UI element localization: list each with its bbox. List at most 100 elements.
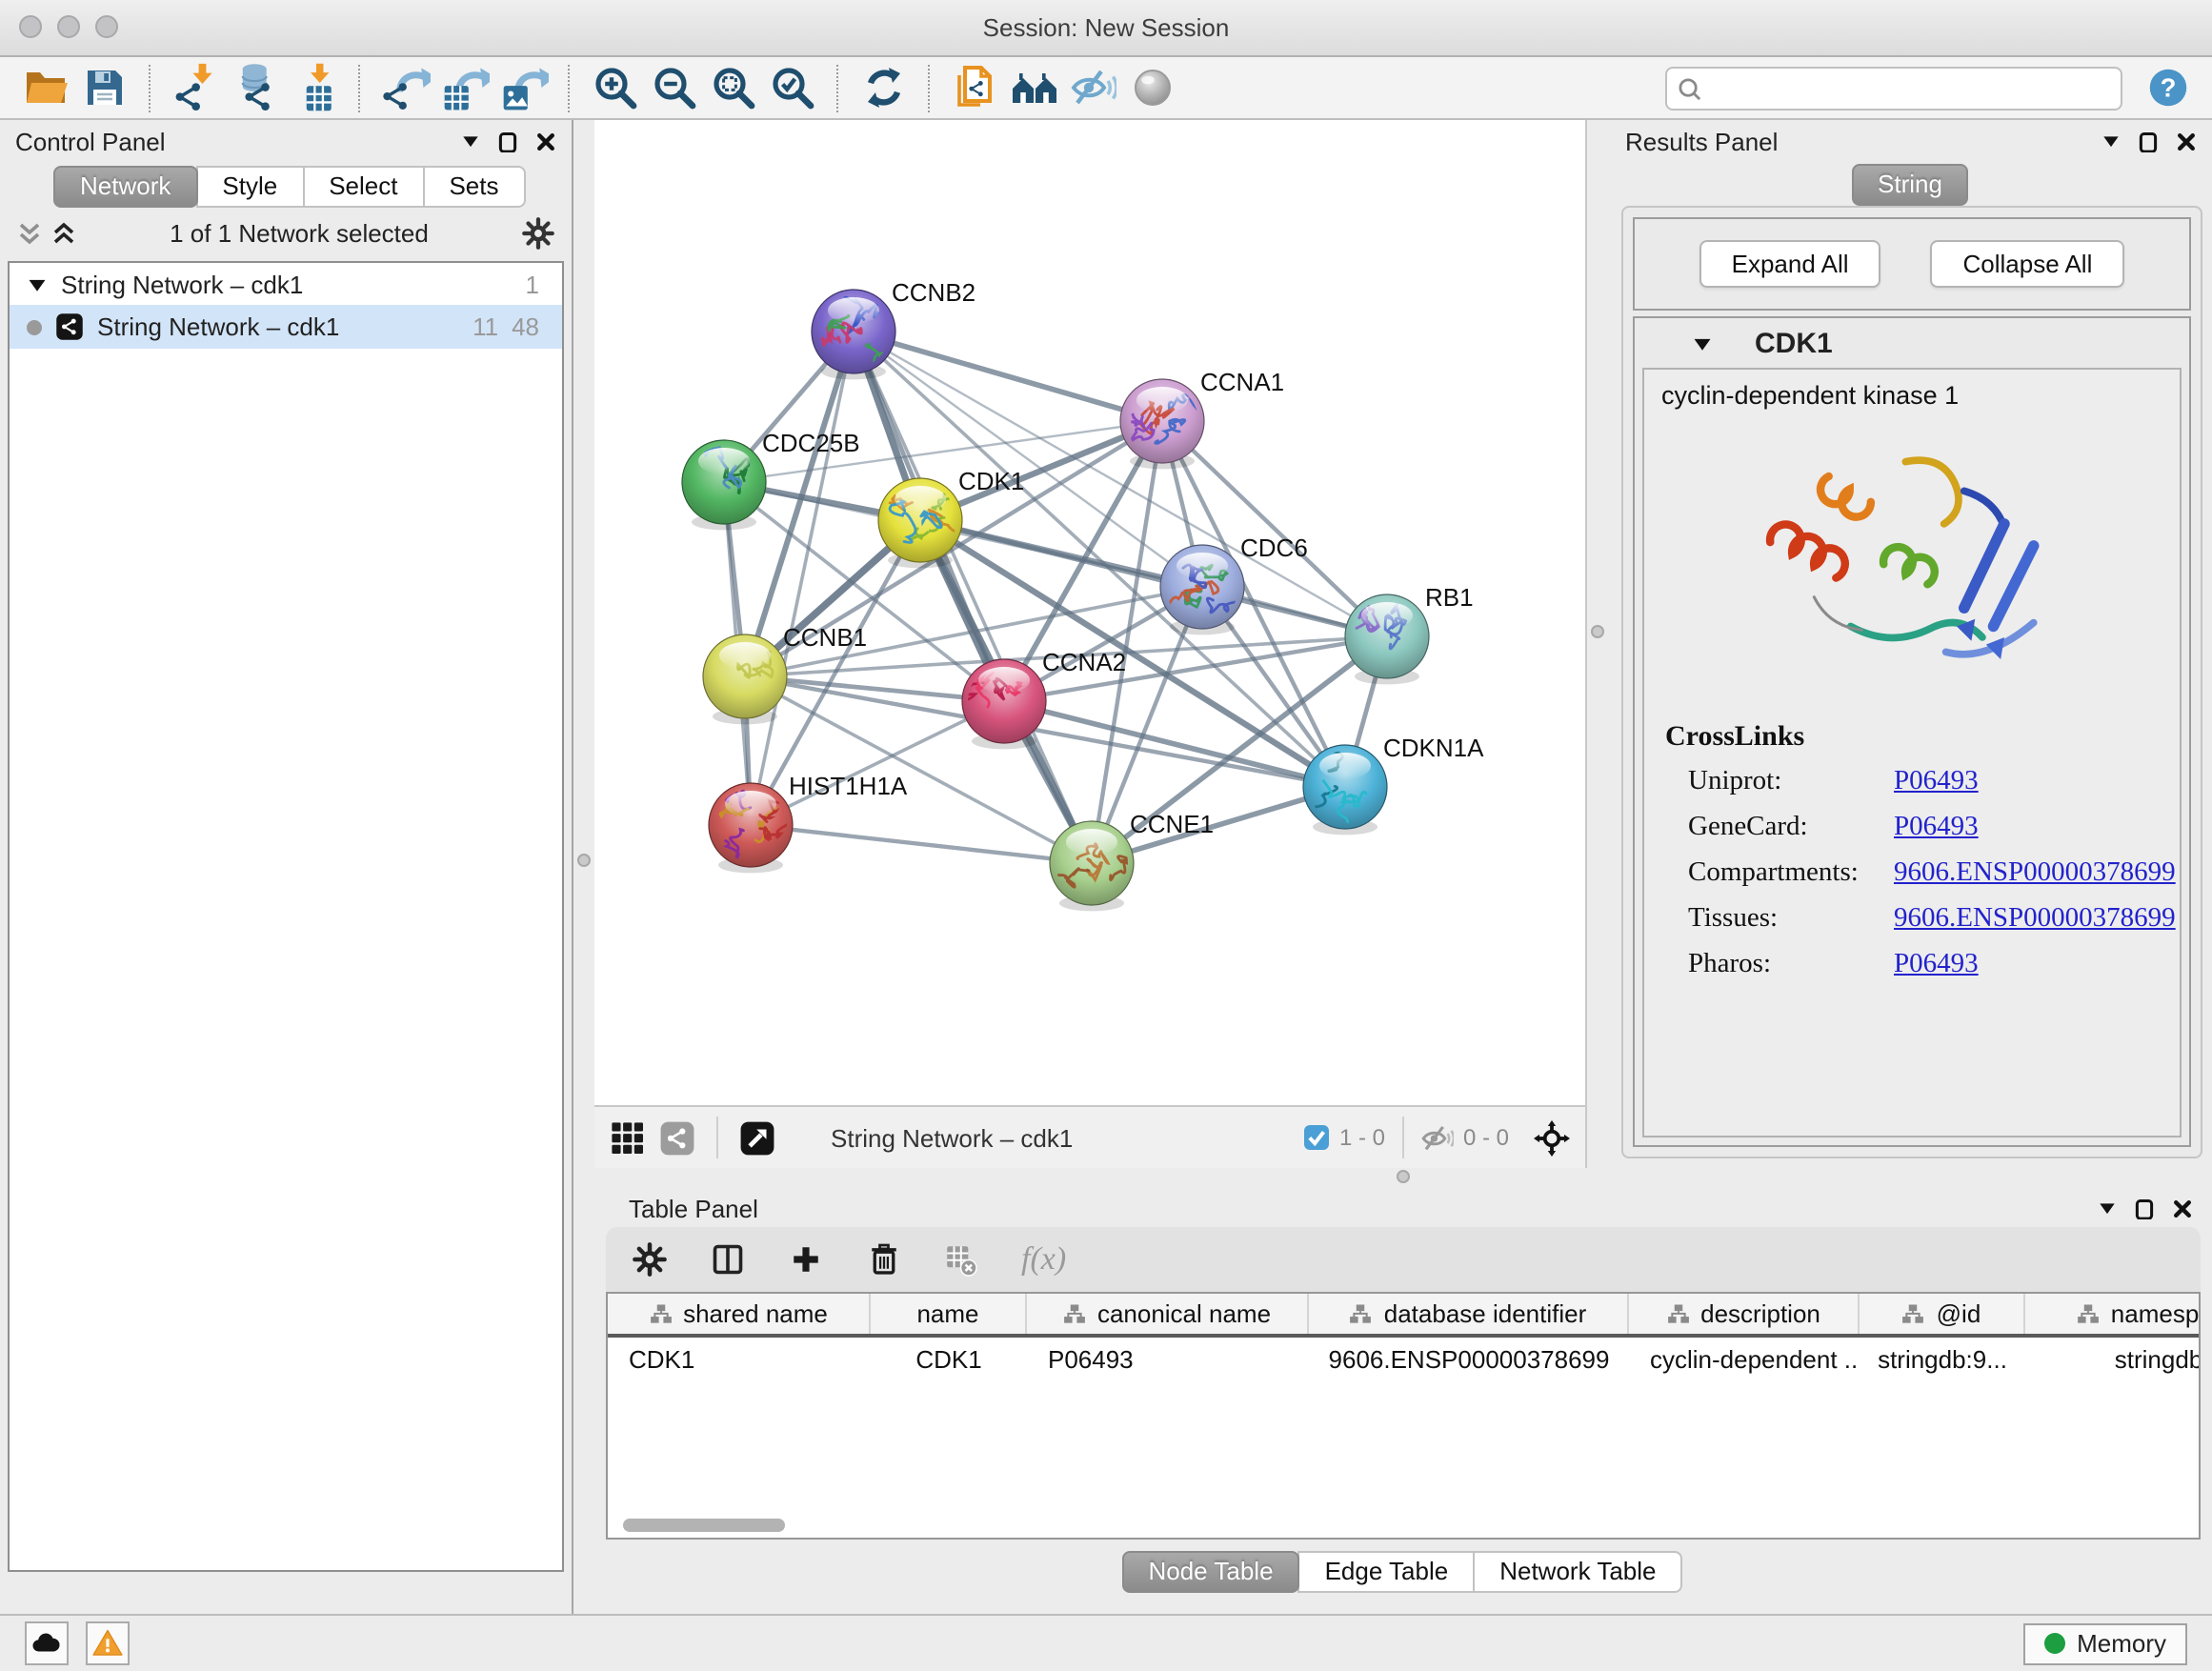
expand-all-networks-icon[interactable] — [51, 221, 76, 246]
tab-network-table[interactable]: Network Table — [1473, 1551, 1682, 1593]
crosslink-link[interactable]: P06493 — [1894, 766, 1979, 798]
import-network-database-icon[interactable] — [229, 62, 280, 113]
table-tabs: Node TableEdge TableNetwork Table — [606, 1551, 2201, 1593]
collapse-triangle-icon[interactable] — [1692, 332, 1713, 353]
panel-float-icon[interactable] — [497, 131, 518, 151]
network-row[interactable]: String Network – cdk1 11 48 — [10, 305, 562, 349]
control-panel-splitter[interactable] — [573, 120, 594, 1614]
warning-status-icon[interactable] — [86, 1621, 130, 1665]
crosslink-link[interactable]: 9606.ENSP00000378699 — [1894, 857, 2176, 890]
memory-button[interactable]: Memory — [2023, 1622, 2187, 1664]
export-image-icon[interactable] — [497, 62, 549, 113]
grid-view-icon[interactable] — [610, 1119, 646, 1156]
zoom-in-icon[interactable] — [589, 62, 640, 113]
home-icon[interactable] — [1008, 62, 1059, 113]
zoom-out-icon[interactable] — [648, 62, 699, 113]
horizontal-scrollbar[interactable] — [623, 1519, 785, 1532]
crosslink-link[interactable]: 9606.ENSP00000378699 — [1894, 903, 2176, 936]
window-controls — [19, 15, 118, 38]
column-header-label: database identifier — [1384, 1299, 1587, 1328]
column-header-shared-name[interactable]: shared name — [608, 1294, 871, 1334]
results-panel-splitter[interactable] — [1587, 120, 1610, 1168]
network-node-CDC25B[interactable] — [682, 440, 766, 530]
panel-menu-icon[interactable] — [461, 131, 480, 151]
network-view: CCNB2CCNA1CDC25BCDK1CDC6RB1CCNB1CCNA2CDK… — [594, 120, 1587, 1168]
panel-menu-icon[interactable] — [2098, 1198, 2117, 1218]
column-header-description[interactable]: description — [1629, 1294, 1860, 1334]
crosshair-icon[interactable] — [1534, 1119, 1570, 1156]
selected-nodes-checkbox-icon[interactable] — [1303, 1124, 1330, 1151]
network-node-HIST1H1A[interactable] — [709, 783, 793, 873]
tab-select[interactable]: Select — [302, 166, 424, 208]
string-results-body: Expand All Collapse All CDK1 cyclin-depe… — [1621, 206, 2202, 1158]
network-canvas[interactable]: CCNB2CCNA1CDC25BCDK1CDC6RB1CCNB1CCNA2CDK… — [594, 120, 1585, 1105]
collapse-all-networks-icon[interactable] — [17, 221, 42, 246]
zoom-selected-icon[interactable] — [766, 62, 817, 113]
table-row[interactable]: CDK1CDK1P064939606.ENSP00000378699cyclin… — [608, 1338, 2199, 1379]
table-options-gear-icon[interactable] — [633, 1242, 667, 1277]
network-collection-row[interactable]: String Network – cdk1 1 — [10, 263, 562, 305]
gene-section-header[interactable]: CDK1 — [1635, 318, 2189, 368]
collapse-triangle-icon[interactable] — [27, 273, 48, 294]
network-node-CDK1[interactable] — [878, 478, 962, 568]
network-node-CCNA1[interactable] — [1120, 379, 1204, 469]
network-node-CCNE1[interactable] — [1050, 821, 1134, 911]
open-session-icon[interactable] — [19, 62, 70, 113]
export-network-icon[interactable] — [379, 62, 431, 113]
panel-float-icon[interactable] — [2138, 131, 2159, 151]
import-network-icon[interactable] — [170, 62, 221, 113]
refresh-view-icon[interactable] — [857, 62, 909, 113]
tab-sets[interactable]: Sets — [422, 166, 525, 208]
show-columns-icon[interactable] — [711, 1242, 745, 1277]
birds-eye-view-icon[interactable] — [739, 1119, 775, 1156]
network-options-gear-icon[interactable] — [522, 217, 554, 250]
column-header-name[interactable]: name — [871, 1294, 1027, 1334]
network-edge-HIST1H1A-CCNE1[interactable] — [751, 825, 1092, 863]
network-collection-label: String Network – cdk1 — [61, 270, 303, 298]
minimize-window-button[interactable] — [57, 15, 80, 38]
cloud-status-icon[interactable] — [25, 1621, 69, 1665]
control-panel-header: Control Panel — [0, 120, 572, 162]
column-header-namespace[interactable]: namespace — [2025, 1294, 2201, 1334]
node-label-CCNA1: CCNA1 — [1200, 368, 1284, 396]
network-overview-icon[interactable] — [659, 1119, 695, 1156]
create-column-icon[interactable] — [789, 1242, 823, 1277]
expand-all-button[interactable]: Expand All — [1699, 240, 1881, 288]
crosslink-link[interactable]: P06493 — [1894, 812, 1979, 844]
zoom-window-button[interactable] — [95, 15, 118, 38]
search-input[interactable] — [1709, 72, 2111, 103]
protein-structure-image — [1661, 429, 2162, 707]
tab-string[interactable]: String — [1851, 164, 1969, 206]
zoom-fit-icon[interactable] — [707, 62, 758, 113]
panel-menu-icon[interactable] — [2101, 131, 2121, 151]
column-namespace-icon — [649, 1302, 672, 1325]
crosslink-row: Pharos:P06493 — [1688, 949, 2162, 981]
collapse-all-button[interactable]: Collapse All — [1931, 240, 2125, 288]
save-session-icon[interactable] — [78, 62, 130, 113]
tab-network[interactable]: Network — [53, 166, 197, 208]
render-details-icon[interactable] — [1126, 62, 1177, 113]
tab-node-table[interactable]: Node Table — [1121, 1551, 1299, 1593]
export-table-icon[interactable] — [438, 62, 490, 113]
network-selection-status: 1 of 1 Network selected — [86, 219, 513, 248]
tab-edge-table[interactable]: Edge Table — [1298, 1551, 1476, 1593]
panel-float-icon[interactable] — [2134, 1198, 2155, 1218]
column-header--id[interactable]: @id — [1860, 1294, 2025, 1334]
column-header-database-identifier[interactable]: database identifier — [1309, 1294, 1629, 1334]
import-table-icon[interactable] — [288, 62, 339, 113]
tab-style[interactable]: Style — [195, 166, 304, 208]
panel-close-icon[interactable] — [2176, 131, 2197, 151]
table-panel-splitter[interactable] — [594, 1168, 2212, 1185]
hide-graphics-details-icon[interactable] — [1067, 62, 1118, 113]
column-header-canonical-name[interactable]: canonical name — [1027, 1294, 1309, 1334]
network-edge-CCNB2-HIST1H1A[interactable] — [751, 332, 854, 825]
crosslink-link[interactable]: P06493 — [1894, 949, 1979, 981]
network-node-RB1[interactable] — [1345, 594, 1429, 684]
panel-close-icon[interactable] — [2172, 1198, 2193, 1218]
share-document-icon[interactable] — [949, 62, 1000, 113]
hidden-elements-eye-icon[interactable] — [1421, 1121, 1454, 1154]
panel-close-icon[interactable] — [535, 131, 556, 151]
delete-column-icon[interactable] — [867, 1242, 901, 1277]
close-window-button[interactable] — [19, 15, 42, 38]
help-icon[interactable]: ? — [2142, 62, 2193, 113]
